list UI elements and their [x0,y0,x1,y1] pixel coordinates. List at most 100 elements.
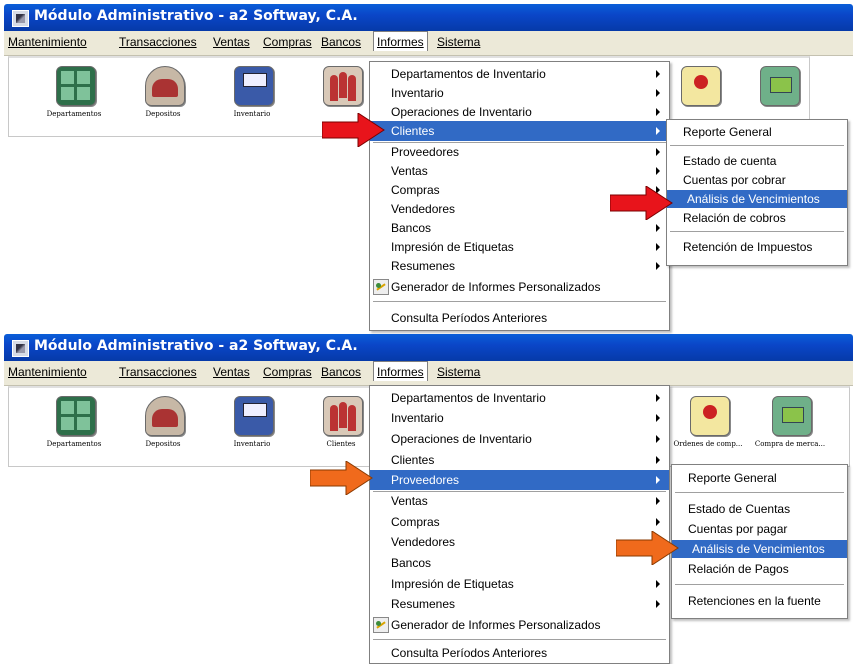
menu-item-label: Vendedores [391,535,456,549]
menu-sistema[interactable]: Sistema [437,35,480,49]
toolbar-button-compra-mercancia[interactable]: Compra de merca... [751,392,829,460]
submenu-item-cuentas-cobrar[interactable]: Cuentas por cobrar [667,171,847,189]
menu-item-label: Inventario [391,411,444,425]
menu-item-label: Departamentos de Inventario [391,391,546,405]
menu-item-clientes[interactable]: Clientes [370,121,669,141]
inventory-icon [234,66,274,106]
toolbar-button-departamentos[interactable]: Departamentos [35,392,113,460]
submenu-item-estado-cuentas[interactable]: Estado de Cuentas [672,500,847,518]
departments-icon [56,66,96,106]
menu-item-label: Departamentos de Inventario [391,67,546,81]
submenu-item-reporte-general[interactable]: Reporte General [672,469,847,487]
window-title: Módulo Administrativo - a2 Softway, C.A. [34,8,358,24]
toolbar-label: Inventario [233,110,271,118]
menu-item-resumenes[interactable]: Resumenes [370,594,669,614]
menu-compras[interactable]: Compras [263,365,312,379]
clients-icon [323,66,363,106]
menu-item-ventas[interactable]: Ventas [370,491,669,511]
submenu-item-analisis-vencimientos[interactable]: Análisis de Vencimientos [672,540,847,558]
toolbar-button-depositos[interactable]: Depositos [124,62,202,130]
menu-item-clientes[interactable]: Clientes [370,450,669,470]
submenu-item-relacion-pagos[interactable]: Relación de Pagos [672,560,847,578]
submenu-item-label: Retenciones en la fuente [688,594,821,608]
toolbar-button-inventario[interactable]: Inventario [213,62,291,130]
toolbar-button-ordenes[interactable]: Ordenes de comp... [669,392,747,460]
menu-mantenimiento[interactable]: Mantenimiento [8,365,87,379]
menu-item-proveedores[interactable]: Proveedores [370,142,669,162]
purchase-orders-icon [690,396,730,436]
toolbar-button-inventario[interactable]: Inventario [213,392,291,460]
menu-informes[interactable]: Informes [373,361,428,381]
menu-transacciones[interactable]: Transacciones [119,365,197,379]
menu-informes[interactable]: Informes [373,31,428,51]
submenu-arrow-icon [656,127,660,135]
submenu-arrow-icon [656,148,660,156]
menu-item-ventas[interactable]: Ventas [370,161,669,181]
menu-item-resumenes[interactable]: Resumenes [370,256,669,276]
submenu-arrow-icon [656,70,660,78]
menu-item-consulta-periodos[interactable]: Consulta Períodos Anteriores [370,643,669,663]
submenu-arrow-icon [656,224,660,232]
menu-item-label: Operaciones de Inventario [391,432,532,446]
menu-item-consulta-periodos[interactable]: Consulta Períodos Anteriores [370,308,669,328]
menu-item-proveedores[interactable]: Proveedores [370,470,669,490]
submenu-item-cuentas-pagar[interactable]: Cuentas por pagar [672,520,847,538]
menu-item-label: Impresión de Etiquetas [391,240,514,254]
toolbar-label: Inventario [233,440,271,448]
title-bar: Módulo Administrativo - a2 Softway, C.A. [4,334,853,361]
app-icon [12,10,29,27]
purchase-orders-icon [681,66,721,106]
submenu-item-relacion-cobros[interactable]: Relación de cobros [667,209,847,227]
submenu-arrow-icon [656,108,660,116]
menu-item-label: Compras [391,183,440,197]
warehouse-icon [145,66,185,106]
toolbar-button-depositos[interactable]: Depositos [124,392,202,460]
menu-item-compras[interactable]: Compras [370,512,669,532]
submenu-item-label: Reporte General [683,125,772,139]
window-title: Módulo Administrativo - a2 Softway, C.A. [34,338,358,354]
submenu-item-label: Retención de Impuestos [683,240,813,254]
menu-item-generador-informes[interactable]: Generador de Informes Personalizados [370,615,669,635]
submenu-item-label: Relación de Pagos [688,562,789,576]
submenu-item-retenciones-fuente[interactable]: Retenciones en la fuente [672,592,847,610]
menu-bancos[interactable]: Bancos [321,35,361,49]
menu-item-departamentos-inventario[interactable]: Departamentos de Inventario [370,388,669,408]
menu-mantenimiento[interactable]: Mantenimiento [8,35,87,49]
menu-item-label: Proveedores [391,473,460,487]
submenu-item-reporte-general[interactable]: Reporte General [667,123,847,141]
menu-item-inventario[interactable]: Inventario [370,83,669,103]
submenu-item-label: Análisis de Vencimientos [687,192,820,206]
menu-separator [670,231,844,232]
menu-item-impresion-etiquetas[interactable]: Impresión de Etiquetas [370,574,669,594]
menu-item-label: Consulta Períodos Anteriores [391,646,548,660]
toolbar-label: Ordenes de comp... [673,440,743,448]
menu-sistema[interactable]: Sistema [437,365,480,379]
toolbar-button-departamentos[interactable]: Departamentos [35,62,113,130]
menu-transacciones[interactable]: Transacciones [119,35,197,49]
menu-bancos[interactable]: Bancos [321,365,361,379]
toolbar-label: Compra de merca... [754,440,826,448]
menu-item-impresion-etiquetas[interactable]: Impresión de Etiquetas [370,237,669,257]
menu-ventas[interactable]: Ventas [213,365,250,379]
menu-item-inventario[interactable]: Inventario [370,408,669,428]
menu-item-departamentos-inventario[interactable]: Departamentos de Inventario [370,64,669,84]
menu-item-label: Bancos [391,221,432,235]
submenu-item-estado-cuenta[interactable]: Estado de cuenta [667,152,847,170]
menu-ventas[interactable]: Ventas [213,35,250,49]
menu-separator [670,145,844,146]
orange-arrow-icon [310,461,373,495]
menu-separator [373,639,666,640]
menu-item-operaciones-inventario[interactable]: Operaciones de Inventario [370,102,669,122]
submenu-arrow-icon [656,394,660,402]
submenu-item-retencion-impuestos[interactable]: Retención de Impuestos [667,238,847,256]
merchandise-purchase-icon [772,396,812,436]
menu-compras[interactable]: Compras [263,35,312,49]
menu-item-label: Ventas [391,164,428,178]
menu-item-operaciones-inventario[interactable]: Operaciones de Inventario [370,429,669,449]
menu-item-generador-informes[interactable]: Generador de Informes Personalizados [370,277,669,297]
menu-item-bancos[interactable]: Bancos [370,218,669,238]
menu-item-label: Resumenes [391,597,456,611]
menu-item-label: Proveedores [391,145,460,159]
submenu-item-analisis-vencimientos[interactable]: Análisis de Vencimientos [667,190,847,208]
toolbar-label: Depositos [145,440,181,448]
